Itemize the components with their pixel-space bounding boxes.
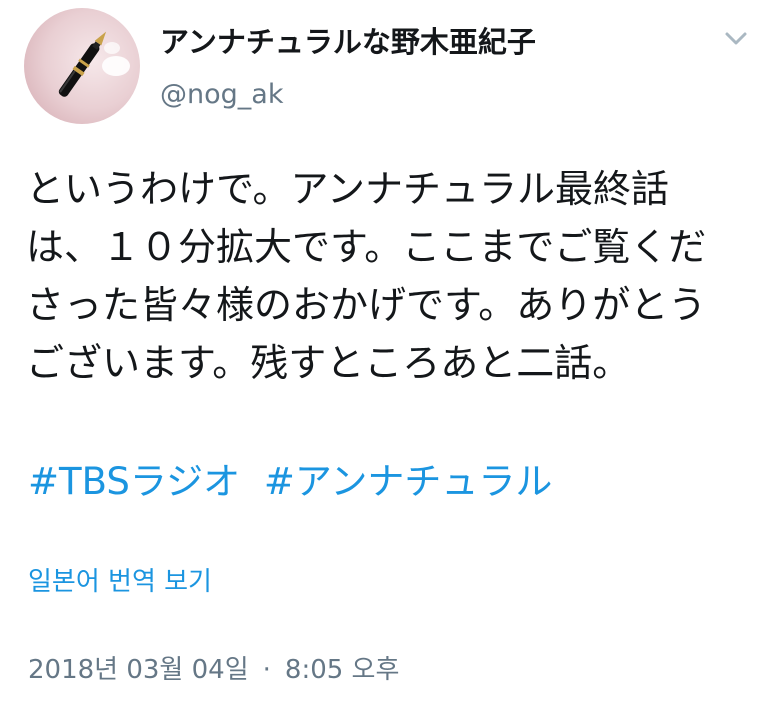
user-block: アンナチュラルな野木亜紀子 @nog_ak [160,22,536,114]
timestamp-separator: · [262,655,271,685]
chevron-down-icon[interactable] [722,28,750,50]
tweet-text-line: ございます。残すところあと二話。 [26,341,631,385]
translate-link[interactable]: 일본어 번역 보기 [28,560,212,604]
tweet-card: アンナチュラルな野木亜紀子 @nog_ak というわけで。アンナチュラル最終話 … [0,0,773,702]
tweet-text-line: は、１０分拡大です。ここまでご覧くだ [26,225,707,269]
tweet-text-line: というわけで。アンナチュラル最終話 [26,167,669,211]
timestamp: 2018년 03월 04일 · 8:05 오후 [28,648,399,692]
tweet-text-line: さった皆々様のおかげです。ありがとう [26,283,707,327]
hashtags: #TBSラジオ #アンナチュラル [28,455,564,509]
avatar[interactable] [24,8,140,124]
hashtag-link[interactable]: #アンナチュラル [264,460,553,503]
timestamp-date[interactable]: 2018년 03월 04일 [28,655,249,685]
fountain-pen-avatar-image [24,8,140,124]
timestamp-time[interactable]: 8:05 오후 [285,655,400,685]
tweet-text: というわけで。アンナチュラル最終話 は、１０分拡大です。ここまでご覧くだ さった… [26,160,746,392]
user-handle[interactable]: @nog_ak [160,76,536,114]
hashtag-link[interactable]: #TBSラジオ [28,460,240,503]
chevron-down-icon-glyph [725,32,747,45]
display-name[interactable]: アンナチュラルな野木亜紀子 [160,22,536,62]
